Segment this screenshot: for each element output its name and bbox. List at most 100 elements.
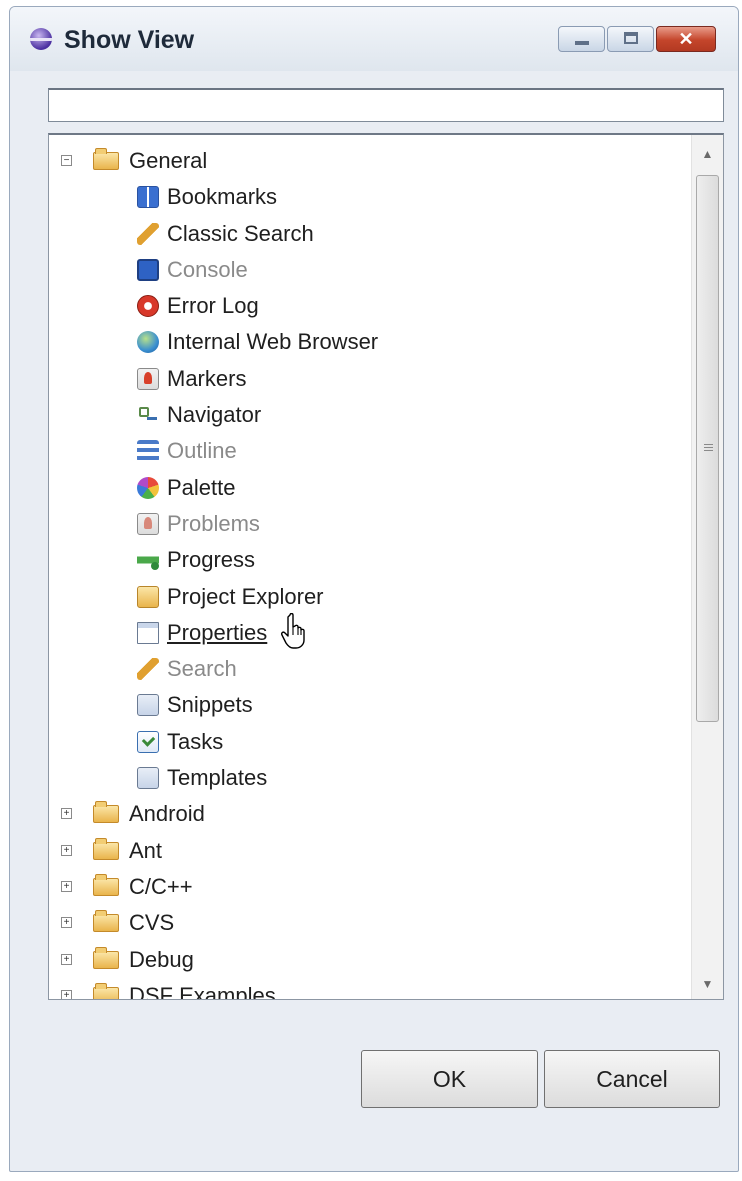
tree-label: Outline <box>167 438 237 464</box>
scroll-thumb[interactable] <box>696 175 719 722</box>
navigator-icon <box>137 404 159 427</box>
project-explorer-icon <box>137 585 159 608</box>
tree-folder-ant[interactable]: + Ant <box>49 833 691 869</box>
cancel-button[interactable]: Cancel <box>544 1050 720 1108</box>
tree-folder-android[interactable]: + Android <box>49 796 691 832</box>
folder-icon <box>93 837 119 860</box>
tree-label: Bookmarks <box>167 184 278 210</box>
tree-item-tasks[interactable]: Tasks <box>49 724 691 760</box>
tree-label: Problems <box>167 510 260 536</box>
close-icon: ✕ <box>678 29 694 49</box>
scroll-down-icon[interactable]: ▼ <box>692 969 723 999</box>
tree-label: Navigator <box>167 402 262 428</box>
tree-folder-debug[interactable]: + Debug <box>49 942 691 978</box>
minimize-button[interactable] <box>558 26 605 52</box>
expand-icon[interactable]: + <box>61 844 72 856</box>
folder-icon <box>93 148 119 170</box>
folder-icon <box>93 946 119 969</box>
tree-folder-general[interactable]: − General <box>49 143 691 179</box>
tree-label: Palette <box>167 474 236 500</box>
error-log-icon <box>137 295 159 318</box>
tree-list: − General Bookmarks Classic Search Console Er… <box>49 143 691 1000</box>
snippets-icon <box>137 694 159 717</box>
tree-item-classic-search[interactable]: Classic Search <box>49 216 691 252</box>
tree-label: C/C++ <box>129 873 193 899</box>
tree-label: Project Explorer <box>167 583 324 609</box>
tree-label: Templates <box>167 765 268 791</box>
progress-icon <box>137 549 159 572</box>
tree-label: Debug <box>129 946 194 972</box>
tree-label: Search <box>167 656 237 682</box>
collapse-icon[interactable]: − <box>61 155 72 166</box>
minimize-icon <box>575 41 589 45</box>
tree-folder-cvs[interactable]: + CVS <box>49 905 691 941</box>
maximize-icon <box>624 32 638 44</box>
tree-label: Console <box>167 256 248 282</box>
tree-folder-dsf-examples[interactable]: + DSF Examples <box>49 978 691 1000</box>
search-icon <box>137 658 159 681</box>
globe-icon <box>137 331 159 354</box>
expand-icon[interactable]: + <box>61 808 72 820</box>
tree-item-error-log[interactable]: Error Log <box>49 288 691 324</box>
tree-label: Snippets <box>167 692 253 718</box>
tree-item-outline[interactable]: Outline <box>49 433 691 469</box>
tree-item-palette[interactable]: Palette <box>49 470 691 506</box>
close-button[interactable]: ✕ <box>656 26 716 52</box>
maximize-button[interactable] <box>607 26 654 52</box>
tree-label: Error Log <box>167 293 259 319</box>
filter-input[interactable] <box>48 88 724 122</box>
hand-cursor-icon <box>281 613 305 649</box>
tree-folder-c-c-[interactable]: + C/C++ <box>49 869 691 905</box>
bookmarks-icon <box>137 186 159 209</box>
outline-icon <box>137 440 159 463</box>
tree-item-properties[interactable]: Properties <box>49 615 691 651</box>
tree-item-snippets[interactable]: Snippets <box>49 687 691 723</box>
grip-icon <box>704 444 713 453</box>
tree-item-project-explorer[interactable]: Project Explorer <box>49 579 691 615</box>
tree-item-navigator[interactable]: Navigator <box>49 397 691 433</box>
palette-icon <box>137 476 159 499</box>
folder-icon <box>93 910 119 933</box>
tree-item-console[interactable]: Console <box>49 252 691 288</box>
tree-label: Markers <box>167 365 247 391</box>
tree-label: CVS <box>129 910 175 936</box>
markers-icon <box>137 367 159 390</box>
view-tree[interactable]: − General Bookmarks Classic Search Console Er… <box>48 133 724 1000</box>
expand-icon[interactable]: + <box>61 880 72 892</box>
vertical-scrollbar[interactable]: ▲ ▼ <box>691 135 723 999</box>
title-bar[interactable]: Show View ✕ <box>10 7 738 71</box>
show-view-dialog: Show View ✕ − General Bookmarks Classic Sea… <box>9 6 739 1172</box>
tasks-icon <box>137 730 159 753</box>
tree-item-templates[interactable]: Templates <box>49 760 691 796</box>
eclipse-icon <box>30 28 52 50</box>
tree-label: Properties <box>167 619 268 645</box>
properties-icon <box>137 621 159 644</box>
expand-icon[interactable]: + <box>61 953 72 965</box>
tree-label: Tasks <box>167 728 224 754</box>
tree-item-search[interactable]: Search <box>49 651 691 687</box>
tree-item-markers[interactable]: Markers <box>49 361 691 397</box>
folder-icon <box>93 873 119 896</box>
templates-icon <box>137 767 159 790</box>
tree-label: Internal Web Browser <box>167 329 379 355</box>
tree-label: Progress <box>167 547 256 573</box>
console-icon <box>137 258 159 281</box>
scroll-up-icon[interactable]: ▲ <box>692 139 723 169</box>
tree-label: DSF Examples <box>129 982 276 1000</box>
folder-icon <box>93 801 119 824</box>
tree-item-internal-web-browser[interactable]: Internal Web Browser <box>49 324 691 360</box>
window-title: Show View <box>64 26 195 54</box>
tree-label: Classic Search <box>167 220 314 246</box>
tree-label: Android <box>129 801 205 827</box>
tree-item-progress[interactable]: Progress <box>49 542 691 578</box>
folder-icon <box>93 982 119 999</box>
tree-label: General <box>129 148 208 173</box>
tree-item-problems[interactable]: Problems <box>49 506 691 542</box>
search-icon <box>137 222 159 245</box>
expand-icon[interactable]: + <box>61 989 72 999</box>
tree-item-bookmarks[interactable]: Bookmarks <box>49 179 691 215</box>
tree-label: Ant <box>129 837 163 863</box>
ok-button[interactable]: OK <box>361 1050 538 1108</box>
expand-icon[interactable]: + <box>61 917 72 929</box>
problems-icon <box>137 512 159 535</box>
